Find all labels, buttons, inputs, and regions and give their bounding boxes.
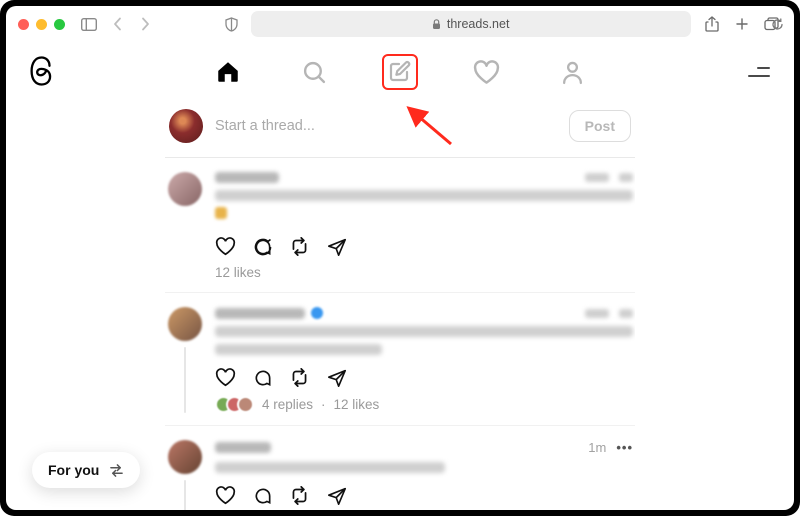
post-text [215, 462, 633, 473]
reply-avatars[interactable] [215, 396, 254, 413]
close-window-button[interactable] [18, 19, 29, 30]
replies-count[interactable]: 4 replies [262, 397, 313, 412]
feed-thread[interactable]: 4 replies · 12 likes [165, 293, 635, 426]
address-bar[interactable]: threads.net [251, 11, 691, 37]
feed: Start a thread... Post [165, 102, 635, 510]
like-icon[interactable] [215, 236, 236, 257]
repost-icon[interactable] [289, 485, 310, 506]
post-actions [215, 367, 633, 388]
avatar[interactable] [168, 440, 202, 474]
nav-compose[interactable] [382, 54, 418, 90]
reply-icon[interactable] [252, 485, 273, 506]
feed-thread[interactable]: 1m ••• [165, 426, 635, 510]
window-controls [18, 19, 65, 30]
nav-activity[interactable] [468, 54, 504, 90]
share-icon[interactable] [702, 14, 722, 34]
post-actions [215, 485, 633, 506]
like-icon[interactable] [215, 367, 236, 388]
more-icon[interactable] [619, 309, 633, 318]
likes-count[interactable]: 12 likes [215, 265, 261, 280]
privacy-shield-icon[interactable] [221, 14, 241, 34]
avatar[interactable] [168, 307, 202, 341]
post-actions [215, 236, 633, 257]
reload-icon[interactable] [771, 18, 784, 31]
feed-thread[interactable]: 12 likes [165, 158, 635, 293]
more-icon[interactable] [619, 173, 633, 182]
send-icon[interactable] [326, 236, 347, 257]
forward-button[interactable] [135, 14, 155, 34]
composer-placeholder[interactable]: Start a thread... [215, 118, 557, 134]
send-icon[interactable] [326, 485, 347, 506]
nav-profile[interactable] [554, 54, 590, 90]
switch-icon [109, 464, 124, 477]
post-text [215, 190, 633, 224]
thread-line [184, 480, 186, 510]
repost-icon[interactable] [289, 367, 310, 388]
fullscreen-window-button[interactable] [54, 19, 65, 30]
like-icon[interactable] [215, 485, 236, 506]
nav-search[interactable] [296, 54, 332, 90]
repost-icon[interactable] [289, 236, 310, 257]
post-time [585, 173, 609, 182]
username[interactable] [215, 442, 271, 453]
browser-toolbar: threads.net [6, 6, 794, 42]
post-text [215, 326, 633, 355]
reply-icon[interactable] [252, 367, 273, 388]
threads-logo[interactable] [28, 56, 58, 86]
username[interactable] [215, 172, 279, 183]
lock-icon [432, 19, 441, 30]
main-nav [6, 42, 794, 102]
nav-home[interactable] [210, 54, 246, 90]
composer[interactable]: Start a thread... Post [165, 102, 635, 158]
avatar[interactable] [168, 172, 202, 206]
composer-avatar[interactable] [169, 109, 203, 143]
post-time: 1m [588, 440, 606, 455]
post-button[interactable]: Post [569, 110, 631, 142]
post-time [585, 309, 609, 318]
minimize-window-button[interactable] [36, 19, 47, 30]
new-tab-icon[interactable] [732, 14, 752, 34]
back-button[interactable] [107, 14, 127, 34]
thread-line [184, 347, 186, 413]
reply-icon[interactable] [252, 236, 273, 257]
menu-button[interactable] [748, 64, 770, 80]
feed-switcher-pill[interactable]: For you [32, 452, 140, 488]
url-host: threads.net [447, 17, 510, 31]
feed-switcher-label: For you [48, 462, 99, 478]
username[interactable] [215, 308, 305, 319]
send-icon[interactable] [326, 367, 347, 388]
verified-icon [311, 307, 323, 319]
sidebar-toggle-icon[interactable] [79, 14, 99, 34]
likes-count[interactable]: 12 likes [334, 397, 380, 412]
more-icon[interactable]: ••• [616, 440, 633, 455]
